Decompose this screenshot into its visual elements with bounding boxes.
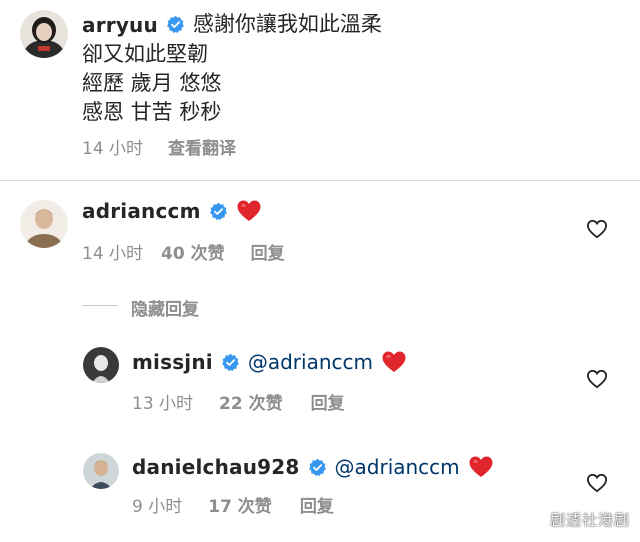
reply-header-missjni: missjni @adrianccm: [132, 350, 407, 374]
reply-mention[interactable]: @adrianccm: [248, 350, 373, 374]
like-heart-outline-icon[interactable]: [586, 369, 608, 389]
reply-meta-missjni: 13 小时 22 次赞 回复: [132, 389, 345, 414]
watermark-text: 剧透社港剧: [549, 511, 630, 529]
comment-likes[interactable]: 40 次赞: [161, 239, 225, 264]
red-heart-emoji-icon: [469, 456, 493, 477]
see-translation-button[interactable]: 查看翻译: [168, 134, 236, 159]
caption-divider: [0, 180, 640, 181]
caption-line-3: 經歷 歲月 悠悠: [82, 71, 222, 95]
caption-line-2: 卻又如此堅韌: [82, 42, 208, 66]
reply-username[interactable]: missjni: [132, 350, 213, 374]
avatar-adrianccm[interactable]: [20, 200, 68, 248]
reply-header-danielchau928: danielchau928 @adrianccm: [132, 455, 494, 479]
reply-button[interactable]: 回复: [300, 492, 334, 517]
reply-likes[interactable]: 22 次赞: [219, 389, 283, 414]
red-heart-emoji-icon: [382, 351, 406, 372]
avatar-arryuu[interactable]: [20, 10, 68, 58]
caption-username[interactable]: arryuu: [82, 13, 158, 37]
reply-button[interactable]: 回复: [311, 389, 345, 414]
like-heart-outline-icon[interactable]: [586, 219, 608, 239]
reply-meta-danielchau928: 9 小时 17 次赞 回复: [132, 492, 334, 517]
reply-time: 9 小时: [132, 497, 183, 517]
avatar-missjni[interactable]: [83, 347, 119, 383]
caption-line-1: 感謝你讓我如此溫柔: [192, 12, 382, 36]
verified-badge-icon: [167, 15, 184, 34]
caption-line-4: 感恩 甘苦 秒秒: [82, 100, 222, 124]
verified-badge-icon: [221, 353, 239, 371]
comment-header-adrianccm: adrianccm: [82, 199, 262, 223]
reply-mention[interactable]: @adrianccm: [335, 455, 460, 479]
reply-username[interactable]: danielchau928: [132, 455, 300, 479]
caption-header: arryuu 感謝你讓我如此溫柔: [82, 10, 382, 39]
reply-button[interactable]: 回复: [251, 239, 285, 264]
verified-badge-icon: [308, 458, 326, 476]
caption-time: 14 小时: [82, 139, 144, 159]
like-heart-outline-icon[interactable]: [586, 473, 608, 493]
comment-meta-adrianccm: 14 小时 40 次赞 回复: [82, 239, 285, 264]
hide-replies-line: [82, 305, 118, 306]
reply-time: 13 小时: [132, 394, 194, 414]
avatar-danielchau928[interactable]: [83, 453, 119, 489]
verified-badge-icon: [209, 202, 227, 220]
hide-replies-button[interactable]: 隐藏回复: [131, 295, 199, 320]
reply-likes[interactable]: 17 次赞: [208, 492, 272, 517]
red-heart-emoji-icon: [237, 200, 261, 221]
comment-username[interactable]: adrianccm: [82, 199, 201, 223]
comment-time: 14 小时: [82, 244, 144, 264]
